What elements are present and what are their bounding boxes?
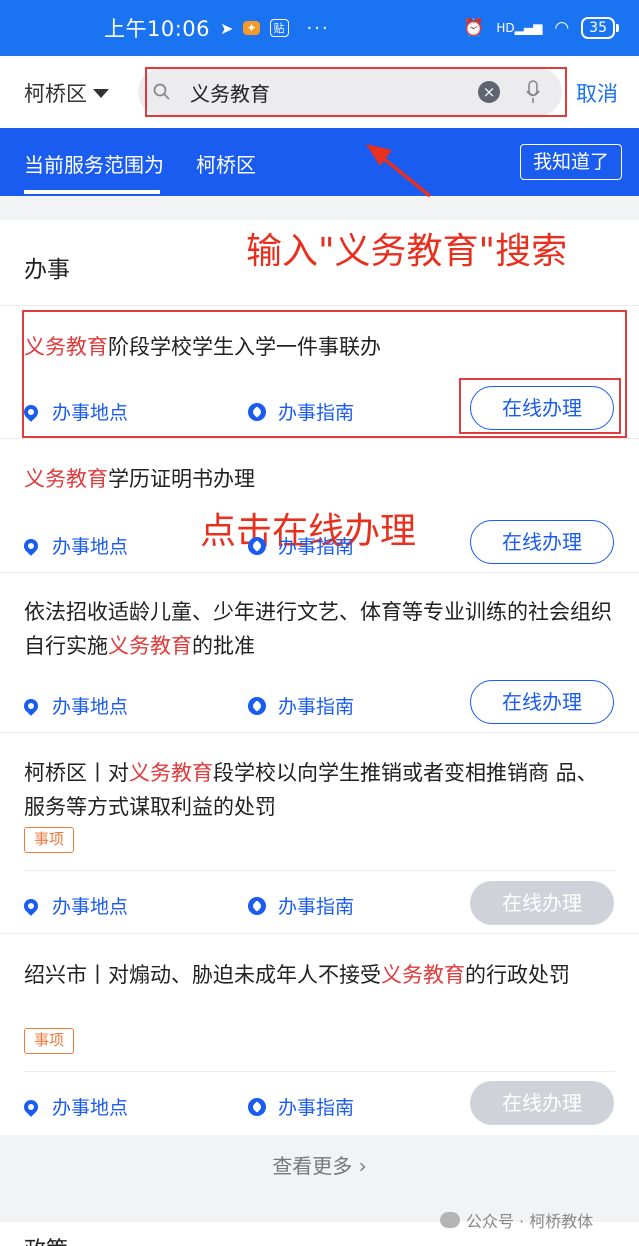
battery-icon: 35 — [581, 17, 619, 39]
location-link[interactable]: 办事地点 — [21, 532, 129, 559]
navigation-icon: ➤ — [220, 18, 234, 38]
wifi-icon: ◠ — [554, 18, 570, 38]
watermark: 公众号 · 柯桥教体 — [440, 1208, 593, 1232]
status-time: 上午10:06 — [104, 17, 211, 41]
location-label: 办事地点 — [52, 402, 129, 424]
watermark-text: 公众号 · 柯桥教体 — [466, 1212, 594, 1231]
title-rest: 学历证明书办理 — [108, 467, 255, 491]
title-rest: 阶段学校学生入学一件事联办 — [108, 335, 381, 359]
search-hint-annotation: 输入"义务教育"搜索 — [246, 231, 568, 272]
online-apply-button[interactable]: 在线办理 — [470, 520, 614, 564]
wechat-icon — [440, 1212, 460, 1228]
guide-link[interactable]: 办事指南 — [248, 1093, 354, 1120]
acknowledge-button[interactable]: 我知道了 — [520, 144, 622, 180]
location-link[interactable]: 办事地点 — [21, 892, 129, 919]
alarm-icon: ⏰ — [463, 18, 485, 38]
paste-icon: 贴 — [269, 19, 289, 37]
signal-icon: HD▂▄▆ — [496, 21, 543, 35]
item-tag: 事项 — [24, 1028, 74, 1054]
divider — [0, 572, 639, 573]
caret-down-icon — [93, 88, 109, 98]
result-title[interactable]: 绍兴市丨对煽动、胁迫未成年人不接受义务教育的行政处罚 — [24, 958, 614, 992]
title-rest: 的批准 — [192, 634, 255, 658]
keyword-highlight: 义务教育 — [24, 467, 108, 491]
results-card: 办事 输入"义务教育"搜索 义务教育阶段学校学生入学一件事联办 办事地点 办事指… — [0, 220, 639, 1135]
divider — [0, 933, 639, 934]
app-icon: ✦ — [243, 21, 260, 35]
compass-icon — [248, 402, 266, 421]
location-pin-icon — [21, 895, 41, 916]
online-apply-button-disabled: 在线办理 — [470, 1081, 614, 1125]
location-pin-icon — [21, 535, 41, 556]
location-label: 办事地点 — [52, 896, 129, 918]
online-apply-button-disabled: 在线办理 — [470, 881, 614, 925]
network-label: HD — [496, 21, 515, 35]
view-more-link[interactable]: 查看更多 › — [0, 1150, 639, 1179]
guide-label: 办事指南 — [278, 1097, 355, 1119]
keyword-highlight: 义务教育 — [108, 634, 192, 658]
guide-label: 办事指南 — [278, 402, 355, 424]
guide-label: 办事指南 — [278, 896, 355, 918]
section-title: 办事 — [24, 257, 70, 283]
location-label: 办事地点 — [52, 1097, 129, 1119]
keyword-highlight: 义务教育 — [129, 761, 213, 785]
divider — [0, 305, 639, 306]
notice-text: 当前服务范围为 — [24, 153, 164, 177]
result-title[interactable]: 义务教育学历证明书办理 — [24, 462, 614, 496]
divider — [0, 438, 639, 439]
search-highlight-box — [145, 67, 567, 117]
location-link[interactable]: 办事地点 — [21, 692, 129, 719]
result-title[interactable]: 依法招收适龄儿童、少年进行文艺、体育等专业训练的社会组织自行实施义务教育的批准 — [24, 595, 614, 663]
compass-icon — [248, 696, 266, 715]
location-link[interactable]: 办事地点 — [21, 398, 129, 425]
location-label: 办事地点 — [52, 536, 129, 558]
guide-link[interactable]: 办事指南 — [248, 692, 354, 719]
district-label: 柯桥区 — [24, 82, 87, 106]
more-notifications: ··· — [306, 17, 330, 39]
cancel-button[interactable]: 取消 — [576, 78, 618, 108]
divider — [0, 732, 639, 733]
compass-icon — [248, 1097, 266, 1116]
location-label: 办事地点 — [52, 696, 129, 718]
keyword-highlight: 义务教育 — [24, 335, 108, 359]
compass-icon — [248, 896, 266, 915]
result-title[interactable]: 义务教育阶段学校学生入学一件事联办 — [24, 330, 614, 364]
result-title[interactable]: 柯桥区丨对义务教育段学校以向学生推销或者变相推销商 品、服务等方式谋取利益的处罚 — [24, 756, 614, 824]
divider — [24, 870, 615, 871]
title-rest: 柯桥区丨对 — [24, 761, 129, 785]
divider — [24, 1071, 615, 1072]
guide-link[interactable]: 办事指南 — [248, 892, 354, 919]
location-pin-icon — [21, 1096, 41, 1117]
guide-label: 办事指南 — [278, 536, 355, 558]
title-rest: 的行政处罚 — [465, 963, 570, 987]
keyword-highlight: 义务教育 — [381, 963, 465, 987]
notice-underline — [24, 190, 160, 194]
location-pin-icon — [21, 695, 41, 716]
title-rest: 绍兴市丨对煽动、胁迫未成年人不接受 — [24, 963, 381, 987]
status-bar: 上午10:06 ➤ ✦ 贴 ··· ⏰ HD▂▄▆ ◠ 35 — [0, 0, 639, 56]
compass-icon — [248, 536, 266, 555]
online-apply-button[interactable]: 在线办理 — [470, 680, 614, 724]
notice-district: 柯桥区 — [196, 153, 256, 177]
location-link[interactable]: 办事地点 — [21, 1093, 129, 1120]
district-selector[interactable]: 柯桥区 — [24, 78, 109, 108]
online-apply-button[interactable]: 在线办理 — [470, 386, 614, 430]
policy-section-title: 政策 — [24, 1232, 68, 1246]
item-tag: 事项 — [24, 827, 74, 853]
guide-label: 办事指南 — [278, 696, 355, 718]
guide-link[interactable]: 办事指南 — [248, 398, 354, 425]
location-pin-icon — [21, 401, 41, 422]
guide-link[interactable]: 办事指南 — [248, 532, 354, 559]
service-scope-notice: 当前服务范围为 柯桥区 我知道了 — [0, 128, 639, 196]
